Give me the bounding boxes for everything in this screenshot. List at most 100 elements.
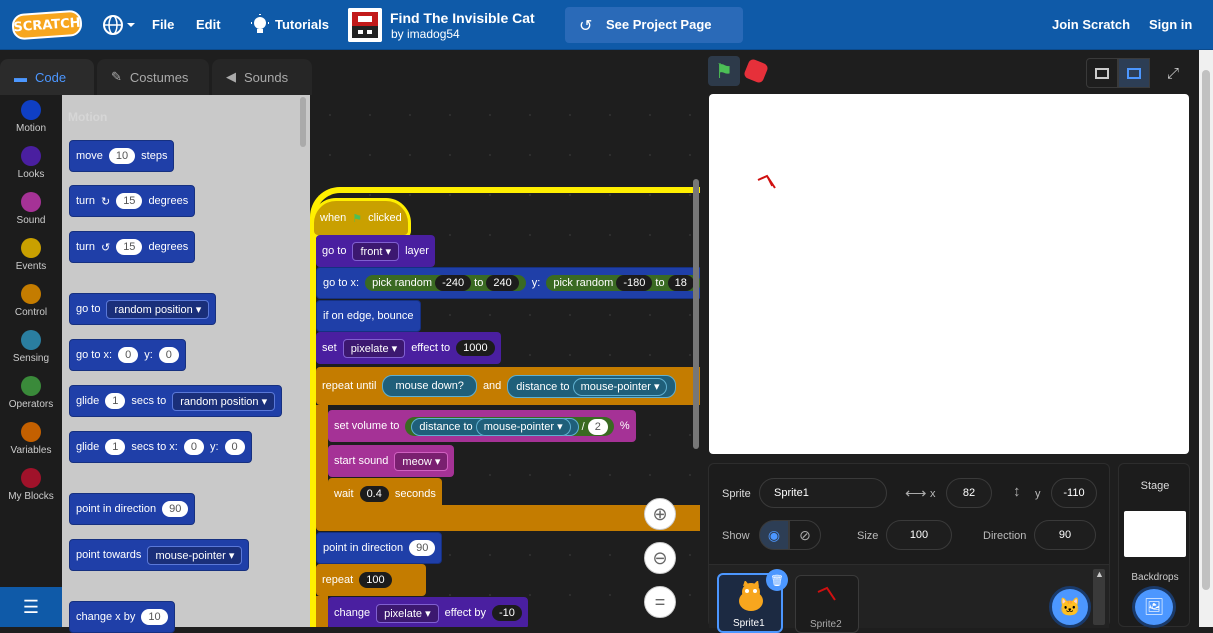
secs-input[interactable]: 1 <box>105 439 126 455</box>
tab-code[interactable]: ▬ Code <box>0 59 94 95</box>
block-glide-xy[interactable]: glide 1 secs to x: 0 y: 0 <box>69 431 252 463</box>
random-min-input[interactable]: -240 <box>435 275 472 291</box>
repeat-count-input[interactable]: 100 <box>359 572 392 588</box>
block-go-to-xy[interactable]: go to x: 0 y: 0 <box>69 339 186 371</box>
random-min-input[interactable]: -180 <box>616 275 653 291</box>
large-stage-button[interactable] <box>1118 58 1150 88</box>
distance-dropdown[interactable]: mouse-pointer ▾ <box>572 377 668 396</box>
sprite-name-input[interactable]: Sprite1 <box>759 478 887 508</box>
y-input[interactable]: 0 <box>158 347 179 363</box>
fullscreen-button[interactable]: ⤢ <box>1158 58 1188 88</box>
sign-in-link[interactable]: Sign in <box>1149 17 1192 32</box>
category-operators[interactable]: Operators <box>0 376 62 410</box>
glide-dropdown[interactable]: random position ▾ <box>172 391 276 411</box>
zoom-in-button[interactable]: ⊕ <box>644 498 676 530</box>
page-scrollbar[interactable] <box>1199 50 1213 627</box>
distance-reporter[interactable]: distance to mouse-pointer ▾ <box>411 417 579 436</box>
layer-dropdown[interactable]: front ▾ <box>352 241 400 261</box>
sprite-red-lines[interactable] <box>755 172 779 194</box>
mouse-down-reporter[interactable]: mouse down? <box>382 375 477 397</box>
block-point-direction[interactable]: point in direction 90 <box>69 493 196 525</box>
block-wait[interactable]: wait 0.4 seconds <box>328 478 442 510</box>
direction-input[interactable]: 90 <box>1034 520 1096 550</box>
sprite-list-scrollbar[interactable]: ▲ <box>1093 569 1105 625</box>
zoom-out-button[interactable]: ⊖ <box>644 542 676 574</box>
effect-dropdown[interactable]: pixelate ▾ <box>342 338 406 358</box>
random-max-input[interactable]: 240 <box>486 275 519 291</box>
stage-selector-panel[interactable]: Stage Backdrops 🖼 <box>1118 463 1190 628</box>
category-events[interactable]: Events <box>0 238 62 272</box>
show-visible-button[interactable]: ◉ <box>759 520 789 550</box>
add-backdrop-button[interactable]: 🖼 <box>1132 586 1176 628</box>
join-scratch-link[interactable]: Join Scratch <box>1052 17 1130 32</box>
delete-sprite-button[interactable]: 🗑 <box>766 569 788 591</box>
scratch-logo[interactable]: SCRATCH <box>11 9 83 41</box>
add-extension-button[interactable]: ☰ <box>0 587 62 627</box>
category-variables[interactable]: Variables <box>0 422 62 456</box>
block-start-sound[interactable]: start sound meow ▾ <box>328 445 455 477</box>
block-go-to-xy-random[interactable]: go to x: pick random -240 to 240 y: pick… <box>316 267 700 299</box>
distance-to-reporter[interactable]: distance to mouse-pointer ▾ <box>507 374 677 398</box>
tab-costumes[interactable]: ✎ Costumes <box>97 59 209 95</box>
block-move[interactable]: move 10 steps <box>69 140 175 172</box>
tab-sounds[interactable]: ◀ Sounds <box>212 59 312 95</box>
effect-value-input[interactable]: 1000 <box>456 340 495 356</box>
move-steps-input[interactable]: 10 <box>108 148 136 164</box>
effect-change-input[interactable]: -10 <box>491 605 522 621</box>
category-my-blocks[interactable]: My Blocks <box>0 468 62 502</box>
menu-edit[interactable]: Edit <box>196 17 221 32</box>
distance-dropdown[interactable]: mouse-pointer ▾ <box>475 417 571 436</box>
direction-input[interactable]: 90 <box>162 501 189 517</box>
divisor-input[interactable]: 2 <box>587 418 608 435</box>
pick-random-y[interactable]: pick random -180 to 18 <box>546 275 700 291</box>
category-motion[interactable]: Motion <box>0 100 62 134</box>
random-max-input[interactable]: 18 <box>667 275 694 291</box>
block-go-to[interactable]: go to random position ▾ <box>69 293 217 325</box>
change-x-input[interactable]: 10 <box>141 609 168 625</box>
zoom-reset-button[interactable]: = <box>644 586 676 618</box>
effect-dropdown[interactable]: pixelate ▾ <box>376 603 439 623</box>
wait-input[interactable]: 0.4 <box>359 486 389 502</box>
size-input[interactable]: 100 <box>886 520 952 550</box>
project-author[interactable]: by imadog54 <box>391 27 460 41</box>
block-point-towards[interactable]: point towards mouse-pointer ▾ <box>69 539 250 571</box>
category-sensing[interactable]: Sensing <box>0 330 62 364</box>
script-scrollbar[interactable] <box>693 179 699 449</box>
palette-scrollbar[interactable] <box>300 97 306 147</box>
small-stage-button[interactable] <box>1086 58 1118 88</box>
block-when-flag-clicked[interactable]: when ⚑ clicked <box>314 201 408 235</box>
block-set-volume[interactable]: set volume to distance to mouse-pointer … <box>328 410 636 442</box>
show-hidden-button[interactable]: ⊘ <box>789 520 821 550</box>
block-repeat[interactable]: repeat 100 <box>316 564 426 596</box>
block-turn-right[interactable]: turn ↻ 15 degrees <box>69 185 196 217</box>
block-go-to-layer[interactable]: go to front ▾ layer <box>316 235 435 267</box>
globe-icon[interactable] <box>103 14 137 36</box>
towards-dropdown[interactable]: mouse-pointer ▾ <box>147 545 243 565</box>
stage-canvas[interactable] <box>709 94 1189 454</box>
x-input[interactable]: 82 <box>946 478 992 508</box>
stop-button[interactable] <box>742 57 770 85</box>
block-glide-to[interactable]: glide 1 secs to random position ▾ <box>69 385 283 417</box>
direction-input[interactable]: 90 <box>409 540 436 556</box>
page-scrollbar-thumb[interactable] <box>1202 70 1210 590</box>
add-sprite-button[interactable]: 🐱 <box>1049 586 1091 628</box>
stage-thumbnail[interactable] <box>1124 511 1186 557</box>
divide-operator[interactable]: distance to mouse-pointer ▾ / 2 <box>405 416 614 436</box>
secs-input[interactable]: 1 <box>105 393 126 409</box>
sound-dropdown[interactable]: meow ▾ <box>394 451 449 471</box>
category-looks[interactable]: Looks <box>0 146 62 180</box>
script-area[interactable]: when ⚑ clicked go to front ▾ layer go to x: … <box>310 95 700 627</box>
turn-degrees-input[interactable]: 15 <box>116 239 143 255</box>
menu-tutorials[interactable]: Tutorials <box>275 17 329 32</box>
block-if-on-edge-bounce[interactable]: if on edge, bounce <box>316 300 421 332</box>
category-control[interactable]: Control <box>0 284 62 318</box>
pick-random-x[interactable]: pick random -240 to 240 <box>365 275 526 291</box>
go-to-dropdown[interactable]: random position ▾ <box>106 299 210 319</box>
block-change-effect[interactable]: change pixelate ▾ effect by -10 <box>328 597 528 627</box>
x-input[interactable]: 0 <box>183 439 204 455</box>
block-point-direction[interactable]: point in direction 90 <box>316 532 443 564</box>
turn-degrees-input[interactable]: 15 <box>116 193 143 209</box>
block-turn-left[interactable]: turn ↺ 15 degrees <box>69 231 196 263</box>
block-change-x[interactable]: change x by 10 <box>69 601 175 633</box>
x-input[interactable]: 0 <box>118 347 139 363</box>
